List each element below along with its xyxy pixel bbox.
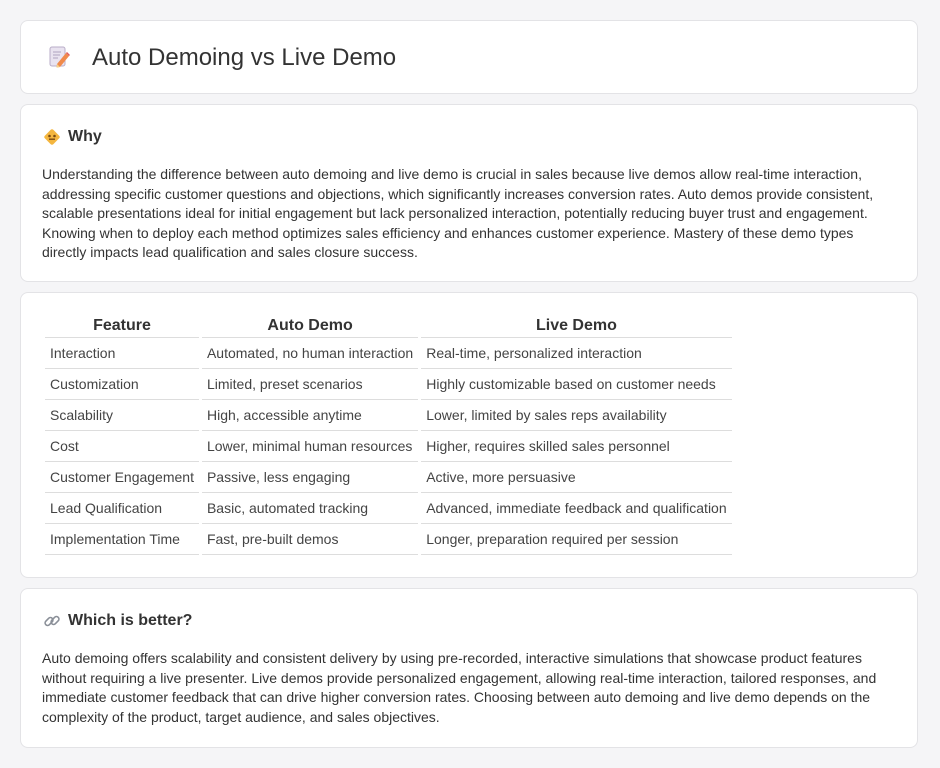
column-header-auto-demo: Auto Demo bbox=[201, 312, 419, 338]
feature-cell: Customization bbox=[45, 369, 199, 400]
table-row: Customer Engagement Passive, less engagi… bbox=[45, 462, 732, 493]
table-row: Interaction Automated, no human interact… bbox=[45, 338, 732, 369]
table-row: Lead Qualification Basic, automated trac… bbox=[45, 493, 732, 524]
auto-demo-cell: Passive, less engaging bbox=[201, 462, 419, 493]
live-demo-cell: Lower, limited by sales reps availabilit… bbox=[421, 400, 732, 431]
link-icon bbox=[42, 611, 62, 631]
live-demo-cell: Real-time, personalized interaction bbox=[421, 338, 732, 369]
column-header-feature: Feature bbox=[45, 312, 199, 338]
table-row: Scalability High, accessible anytime Low… bbox=[45, 400, 732, 431]
auto-demo-cell: Automated, no human interaction bbox=[201, 338, 419, 369]
feature-cell: Scalability bbox=[45, 400, 199, 431]
better-heading: Which is better? bbox=[42, 610, 192, 632]
auto-demo-cell: Limited, preset scenarios bbox=[201, 369, 419, 400]
better-heading-label: Which is better? bbox=[68, 612, 193, 629]
auto-demo-cell: Basic, automated tracking bbox=[201, 493, 419, 524]
live-demo-cell: Higher, requires skilled sales personnel bbox=[421, 431, 732, 462]
live-demo-cell: Advanced, immediate feedback and qualifi… bbox=[421, 493, 732, 524]
why-card: Why Understanding the difference between… bbox=[20, 104, 918, 282]
auto-demo-cell: Lower, minimal human resources bbox=[201, 431, 419, 462]
comparison-table: Feature Auto Demo Live Demo Interaction … bbox=[42, 312, 735, 555]
column-header-live-demo: Live Demo bbox=[421, 312, 732, 338]
feature-cell: Interaction bbox=[45, 338, 199, 369]
document-pen-icon bbox=[47, 45, 71, 69]
live-demo-cell: Longer, preparation required per session bbox=[421, 524, 732, 555]
table-header-row: Feature Auto Demo Live Demo bbox=[45, 312, 732, 338]
comparison-card: Feature Auto Demo Live Demo Interaction … bbox=[20, 292, 918, 578]
table-row: Cost Lower, minimal human resources High… bbox=[45, 431, 732, 462]
why-heading: Why bbox=[42, 126, 102, 148]
feature-cell: Cost bbox=[45, 431, 199, 462]
diamond-warning-icon bbox=[42, 127, 62, 147]
why-heading-label: Why bbox=[68, 128, 102, 145]
which-is-better-card: Which is better? Auto demoing offers sca… bbox=[20, 588, 918, 748]
table-row: Customization Limited, preset scenarios … bbox=[45, 369, 732, 400]
feature-cell: Customer Engagement bbox=[45, 462, 199, 493]
auto-demo-cell: High, accessible anytime bbox=[201, 400, 419, 431]
page-title: Auto Demoing vs Live Demo bbox=[92, 44, 397, 71]
live-demo-cell: Active, more persuasive bbox=[421, 462, 732, 493]
live-demo-cell: Highly customizable based on customer ne… bbox=[421, 369, 732, 400]
why-text: Understanding the difference between aut… bbox=[42, 166, 874, 260]
better-text: Auto demoing offers scalability and cons… bbox=[42, 650, 877, 725]
feature-cell: Implementation Time bbox=[45, 524, 199, 555]
table-row: Implementation Time Fast, pre-built demo… bbox=[45, 524, 732, 555]
title-card: Auto Demoing vs Live Demo bbox=[20, 20, 918, 94]
feature-cell: Lead Qualification bbox=[45, 493, 199, 524]
auto-demo-cell: Fast, pre-built demos bbox=[201, 524, 419, 555]
